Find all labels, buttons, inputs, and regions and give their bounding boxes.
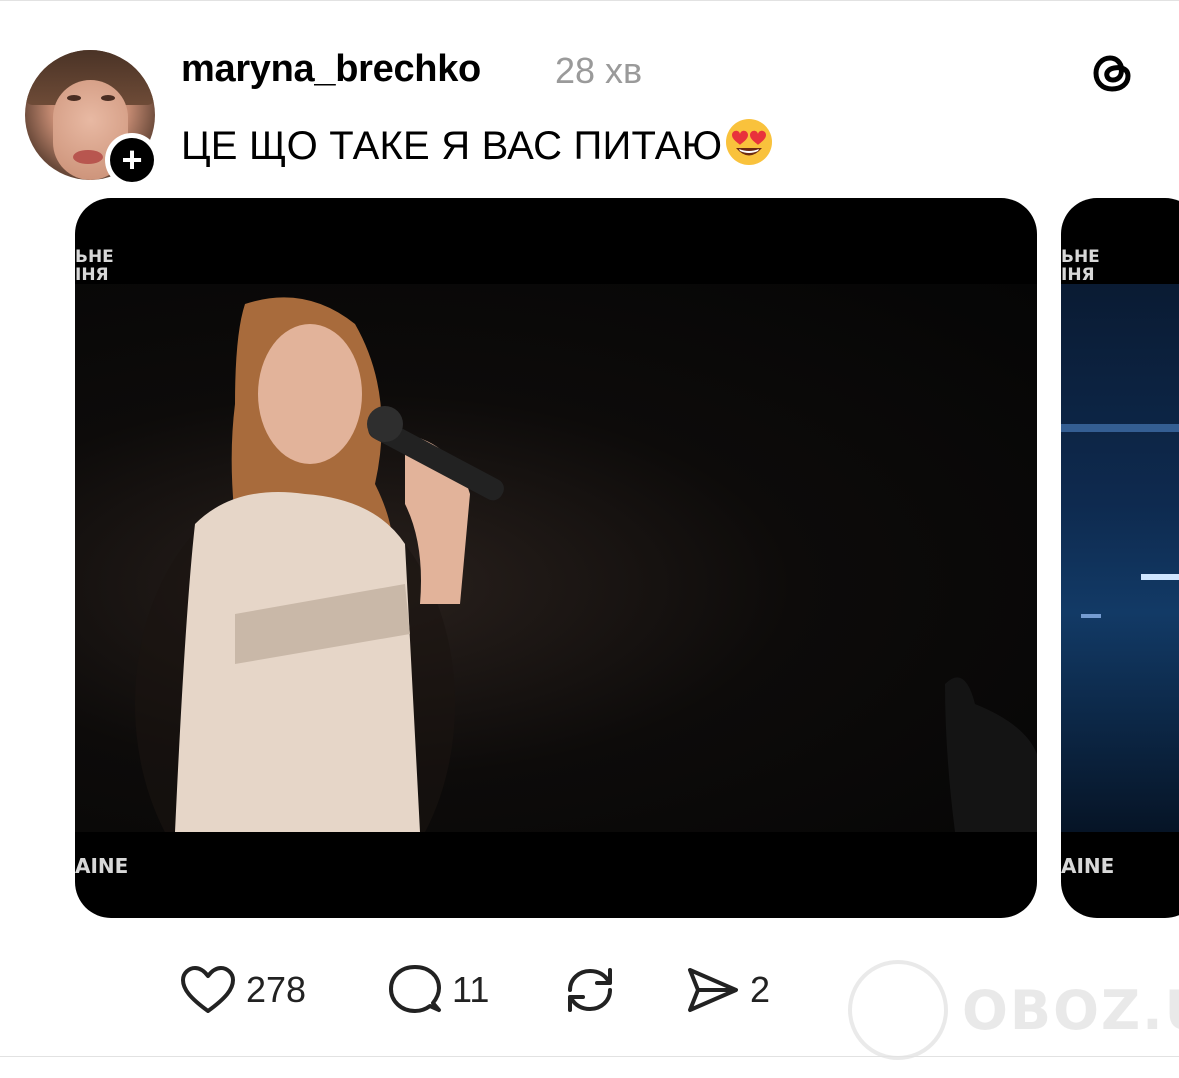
- next-overlay-top-line-2: ІНЯ: [1061, 265, 1095, 285]
- post-text-content: ЦЕ ЩО ТАКЕ Я ВАС ПИТАЮ: [181, 124, 723, 168]
- heart-eyes-emoji-icon: [726, 119, 773, 165]
- share-icon: [688, 968, 738, 1012]
- overlay-top: ЬНЕ ІНЯ: [75, 248, 114, 284]
- video-frame[interactable]: ЬНЕ ІНЯ AINE: [75, 198, 1037, 918]
- bottom-divider: [0, 1056, 1179, 1057]
- comment-icon: [389, 965, 441, 1013]
- comment-button[interactable]: 11: [388, 960, 489, 1020]
- repost-icon: [568, 968, 612, 1012]
- stage-lights: [1061, 424, 1179, 618]
- like-button[interactable]: 278: [180, 960, 306, 1020]
- top-divider: [0, 0, 1179, 1]
- watermark: OBOZ.UA: [848, 960, 1179, 1060]
- overlay-bottom: AINE: [75, 854, 129, 878]
- plus-icon: +: [110, 138, 154, 182]
- heart-icon: [181, 966, 235, 1013]
- share-count: 2: [750, 969, 771, 1010]
- globe-icon: [848, 960, 948, 1060]
- next-overlay-top: ЬНЕ ІНЯ: [1061, 248, 1100, 284]
- overlay-top-line-1: ЬНЕ: [75, 247, 114, 267]
- repost-button[interactable]: [562, 960, 618, 1020]
- username[interactable]: maryna_brechko: [181, 48, 481, 91]
- next-video-frame[interactable]: ЬНЕ ІНЯ AINE: [1061, 198, 1179, 918]
- like-count: 278: [246, 969, 307, 1010]
- singer-illustration: [135, 297, 1037, 918]
- next-overlay-bottom: AINE: [1061, 854, 1115, 878]
- next-scene: [1061, 284, 1179, 832]
- share-button[interactable]: 2: [686, 960, 770, 1020]
- watermark-text: OBOZ.UA: [962, 978, 1179, 1042]
- follow-button[interactable]: +: [105, 133, 159, 187]
- comment-count: 11: [452, 969, 490, 1010]
- post-text: ЦЕ ЩО ТАКЕ Я ВАС ПИТАЮ: [181, 117, 774, 169]
- performance-scene: [75, 284, 1037, 918]
- overlay-top-line-2: ІНЯ: [75, 265, 109, 285]
- post-time: 28 хв: [555, 50, 643, 91]
- threads-logo-icon[interactable]: [1088, 48, 1138, 98]
- next-overlay-top-line-1: ЬНЕ: [1061, 247, 1100, 267]
